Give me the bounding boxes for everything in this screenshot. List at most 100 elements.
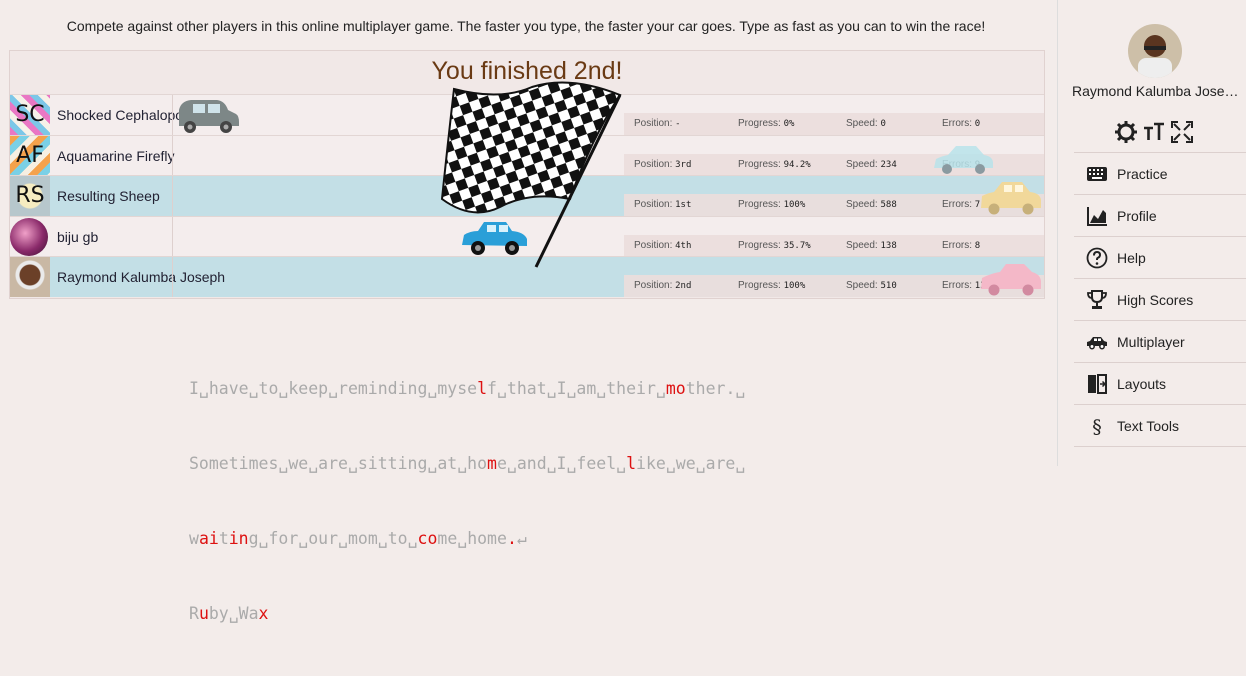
avatar: AF [10, 136, 50, 176]
position-value: 1st [675, 200, 692, 210]
player-name: biju gb [57, 229, 99, 245]
progress-stat: Progress: 35.7% [738, 240, 811, 251]
sidebar-item-profile[interactable]: Profile [1074, 194, 1246, 236]
sidebar: Raymond Kalumba Jose… Practice Profile H… [1057, 0, 1246, 466]
player-name: Raymond Kalumba Joseph [57, 269, 226, 285]
gear-icon[interactable] [1114, 120, 1138, 144]
profile-photo-icon [1128, 24, 1182, 78]
checkered-flag-icon [440, 81, 622, 268]
progress-label: Progress: [738, 159, 781, 170]
sidebar-menu: Practice Profile Help High Scores Multip… [1074, 152, 1246, 447]
errors-label: Errors: [942, 280, 972, 291]
speed-value: 138 [880, 241, 897, 251]
errors-stat: Errors: 7 [942, 199, 980, 210]
errors-value: 0 [974, 119, 981, 129]
sidebar-item-layouts[interactable]: Layouts [1074, 362, 1246, 404]
errors-label: Errors: [942, 240, 972, 251]
text-size-icon[interactable] [1142, 120, 1166, 144]
player-name: Aquamarine Firefly [57, 148, 175, 164]
position-label: Position: [634, 159, 673, 170]
sidebar-item-high-scores[interactable]: High Scores [1074, 278, 1246, 320]
errors-label: Errors: [942, 118, 972, 129]
speed-stat: Speed: 0 [846, 118, 886, 129]
avatar [10, 257, 50, 297]
lane-separator [172, 257, 173, 297]
avatar[interactable] [1128, 24, 1182, 78]
progress-label: Progress: [738, 280, 781, 291]
svg-text:§: § [1092, 416, 1102, 437]
position-label: Position: [634, 280, 673, 291]
sidebar-item-help[interactable]: Help [1074, 236, 1246, 278]
position-value: 3rd [675, 160, 692, 170]
avatar [10, 218, 48, 256]
progress-value: 0% [783, 119, 795, 129]
typing-line: I␣have␣to␣keep␣reminding␣myself␣that␣I␣a… [189, 379, 746, 398]
car-icon [981, 264, 1041, 296]
lane-separator [172, 136, 173, 176]
sidebar-item-label: High Scores [1117, 292, 1194, 308]
section-icon: § [1092, 416, 1102, 437]
player-name: Resulting Sheep [57, 188, 160, 204]
keyboard-icon [1087, 167, 1107, 181]
position-stat: Position: 4th [634, 240, 691, 251]
speed-label: Speed: [846, 118, 878, 129]
position-label: Position: [634, 118, 673, 129]
sidebar-item-multiplayer[interactable]: Multiplayer [1074, 320, 1246, 362]
speed-value: 510 [880, 281, 897, 291]
race-track: SC Shocked Cephalopod Position: - Progre… [9, 50, 1045, 299]
trophy-icon [1087, 290, 1107, 309]
progress-value: 94.2% [783, 160, 811, 170]
speed-stat: Speed: 588 [846, 199, 897, 210]
intro-text: Compete against other players in this on… [66, 18, 986, 34]
layouts-icon [1088, 374, 1107, 394]
speed-value: 234 [880, 160, 897, 170]
speed-value: 0 [880, 119, 886, 129]
sidebar-item-text-tools[interactable]: § Text Tools [1074, 404, 1246, 447]
progress-value: 100% [783, 281, 806, 291]
sidebar-item-label: Help [1117, 250, 1146, 266]
errors-value: 8 [974, 241, 981, 251]
lane-separator [172, 217, 173, 257]
progress-label: Progress: [738, 199, 781, 210]
car-icon [934, 146, 993, 174]
car-icon [179, 100, 239, 133]
avatar: RS [10, 176, 50, 216]
sidebar-item-practice[interactable]: Practice [1074, 152, 1246, 194]
typing-line: Sometimes␣we␣are␣sitting␣at␣home␣and␣I␣f… [189, 454, 746, 473]
position-stat: Position: 2nd [634, 280, 691, 291]
position-label: Position: [634, 240, 673, 251]
speed-label: Speed: [846, 240, 878, 251]
progress-stat: Progress: 100% [738, 280, 805, 291]
player-stats: Position: - Progress: 0% Speed: 0 Errors… [624, 113, 1044, 135]
errors-label: Errors: [942, 199, 972, 210]
typing-line: Ruby␣Wax [189, 604, 269, 623]
fullscreen-icon[interactable] [1170, 120, 1194, 144]
position-stat: Position: - [634, 118, 681, 129]
user-name[interactable]: Raymond Kalumba Jose… [1072, 83, 1237, 99]
progress-stat: Progress: 94.2% [738, 159, 811, 170]
sidebar-item-label: Multiplayer [1117, 334, 1185, 350]
progress-stat: Progress: 0% [738, 118, 794, 129]
speed-label: Speed: [846, 199, 878, 210]
sidebar-item-label: Text Tools [1117, 418, 1179, 434]
progress-value: 100% [783, 200, 806, 210]
errors-stat: Errors: 0 [942, 118, 980, 129]
sidebar-item-label: Practice [1117, 166, 1168, 182]
typing-line: waiting␣for␣our␣mom␣to␣come␣home.↵ [189, 529, 527, 548]
player-stats: Position: 4th Progress: 35.7% Speed: 138… [624, 235, 1044, 257]
speed-stat: Speed: 138 [846, 240, 897, 251]
sidebar-item-label: Layouts [1117, 376, 1167, 392]
progress-label: Progress: [738, 240, 781, 251]
position-value: - [675, 119, 681, 129]
typing-text: I␣have␣to␣keep␣reminding␣myself␣that␣I␣a… [189, 326, 889, 676]
position-stat: Position: 3rd [634, 159, 691, 170]
car-icon [981, 182, 1041, 215]
speed-stat: Speed: 234 [846, 159, 897, 170]
chart-icon [1087, 207, 1107, 226]
lane-separator [172, 176, 173, 216]
errors-stat: Errors: 8 [942, 240, 980, 251]
avatar: SC [10, 95, 50, 135]
speed-value: 588 [880, 200, 897, 210]
speed-label: Speed: [846, 159, 878, 170]
main-area: Compete against other players in this on… [0, 0, 1056, 623]
